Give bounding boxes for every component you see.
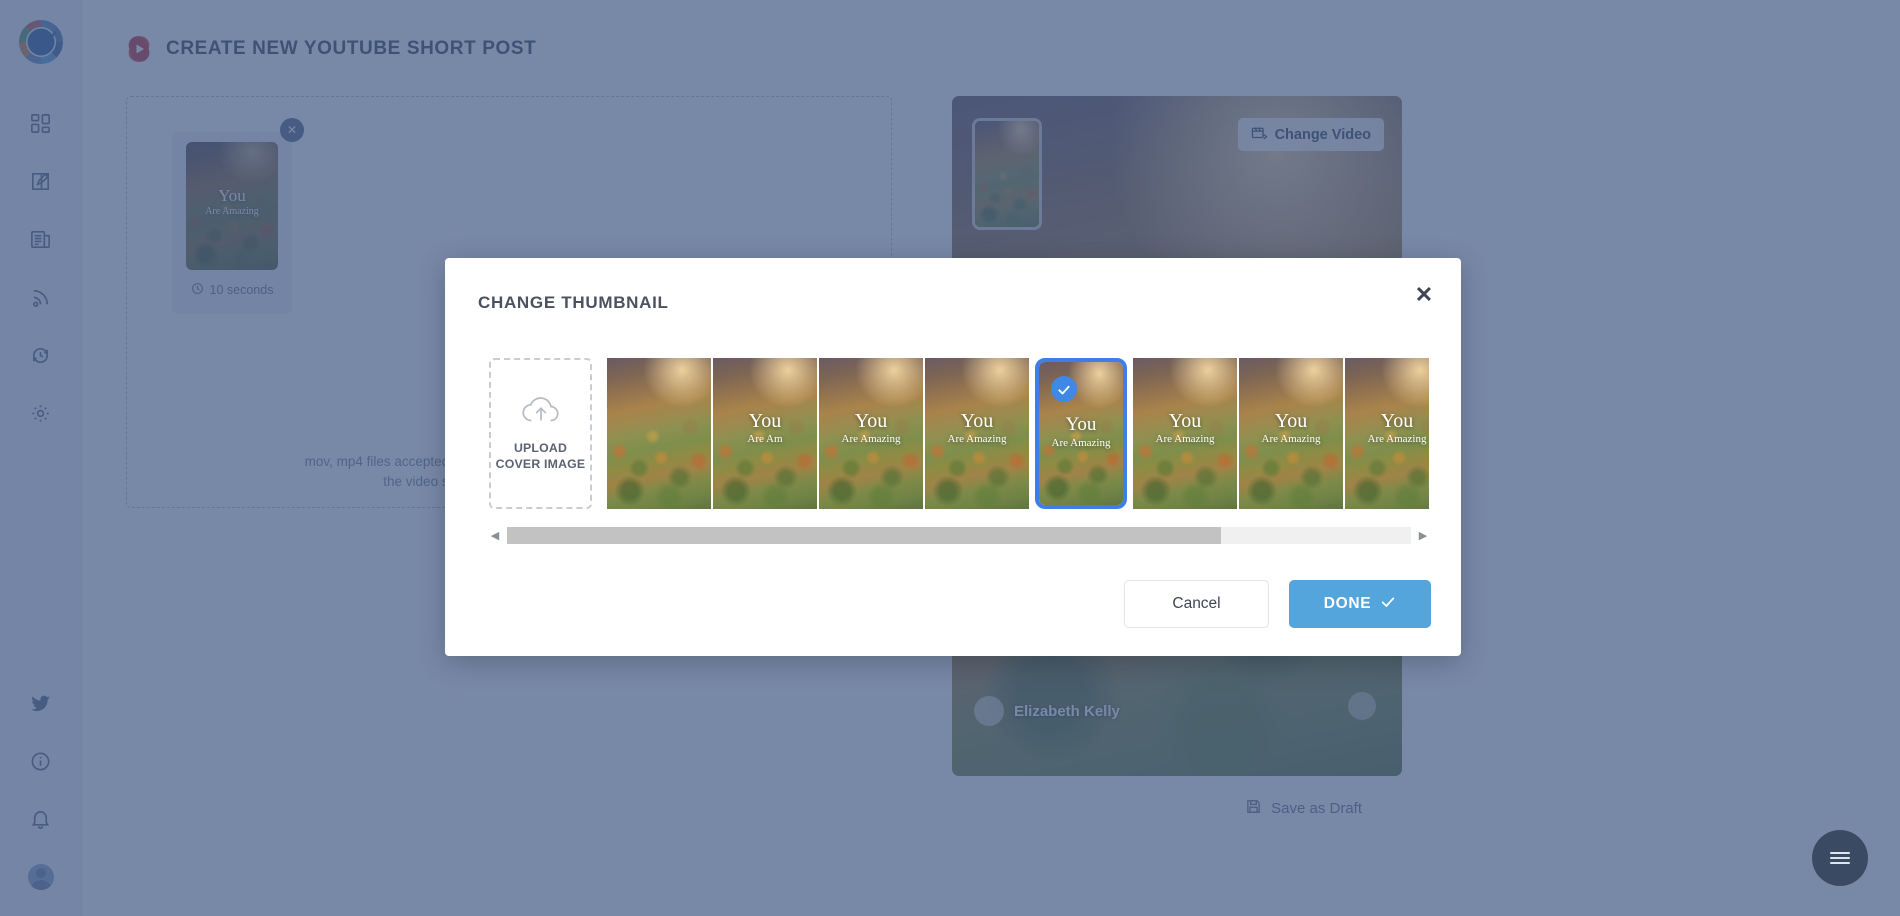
thumbnail-frame-image (713, 358, 817, 509)
close-icon[interactable]: ✕ (1409, 280, 1439, 310)
thumbnail-frame[interactable]: You Are Am (713, 358, 817, 509)
done-button[interactable]: DONE (1289, 580, 1431, 628)
upload-cover-image-tile[interactable]: UPLOAD COVER IMAGE (489, 358, 592, 509)
thumbnail-frame-image (607, 358, 711, 509)
done-button-label: DONE (1323, 595, 1372, 612)
thumbnail-frame[interactable] (607, 358, 711, 509)
caret-right-icon[interactable]: ▶ (1417, 529, 1429, 542)
thumbnail-frame[interactable]: You Are Amazing (1345, 358, 1429, 509)
check-icon (1380, 594, 1396, 615)
thumbnail-frame-image (819, 358, 923, 509)
thumbnail-frame[interactable]: You Are Amazing (1239, 358, 1343, 509)
thumbnail-frame-image (1133, 358, 1237, 509)
thumbnail-frame[interactable]: You Are Amazing (1035, 358, 1127, 509)
change-thumbnail-dialog: CHANGE THUMBNAIL ✕ UPLOAD COVER IMAGE Yo… (445, 258, 1461, 656)
upload-tile-label: UPLOAD COVER IMAGE (496, 440, 586, 472)
check-icon (1051, 376, 1077, 402)
thumbnail-frame-image (1239, 358, 1343, 509)
cancel-button-label: Cancel (1172, 595, 1221, 612)
dialog-actions: Cancel DONE (1124, 580, 1431, 628)
caret-left-icon[interactable]: ◀ (489, 529, 501, 542)
cancel-button[interactable]: Cancel (1124, 580, 1269, 628)
thumbnail-strip[interactable]: UPLOAD COVER IMAGE You Are Am You Are Amazi… (489, 358, 1429, 511)
upload-tile-label-line2: COVER IMAGE (495, 457, 586, 471)
dialog-title: CHANGE THUMBNAIL (478, 293, 669, 312)
thumbnail-scrollbar[interactable]: ◀ ▶ (489, 524, 1429, 546)
cloud-upload-icon (520, 395, 562, 430)
hamburger-icon (1830, 849, 1850, 867)
scrollbar-track[interactable] (507, 526, 1411, 544)
thumbnail-frame-image (925, 358, 1029, 509)
scrollbar-thumb[interactable] (507, 526, 1222, 544)
menu-fab[interactable] (1812, 830, 1868, 886)
thumbnail-frame-image (1345, 358, 1429, 509)
thumbnail-frame-list[interactable]: You Are Am You Are Amazing You Are Amazing You… (607, 358, 1429, 509)
thumbnail-frame[interactable]: You Are Amazing (819, 358, 923, 509)
thumbnail-frame[interactable]: You Are Amazing (925, 358, 1029, 509)
upload-tile-label-line1: UPLOAD (513, 441, 568, 455)
thumbnail-frame[interactable]: You Are Amazing (1133, 358, 1237, 509)
